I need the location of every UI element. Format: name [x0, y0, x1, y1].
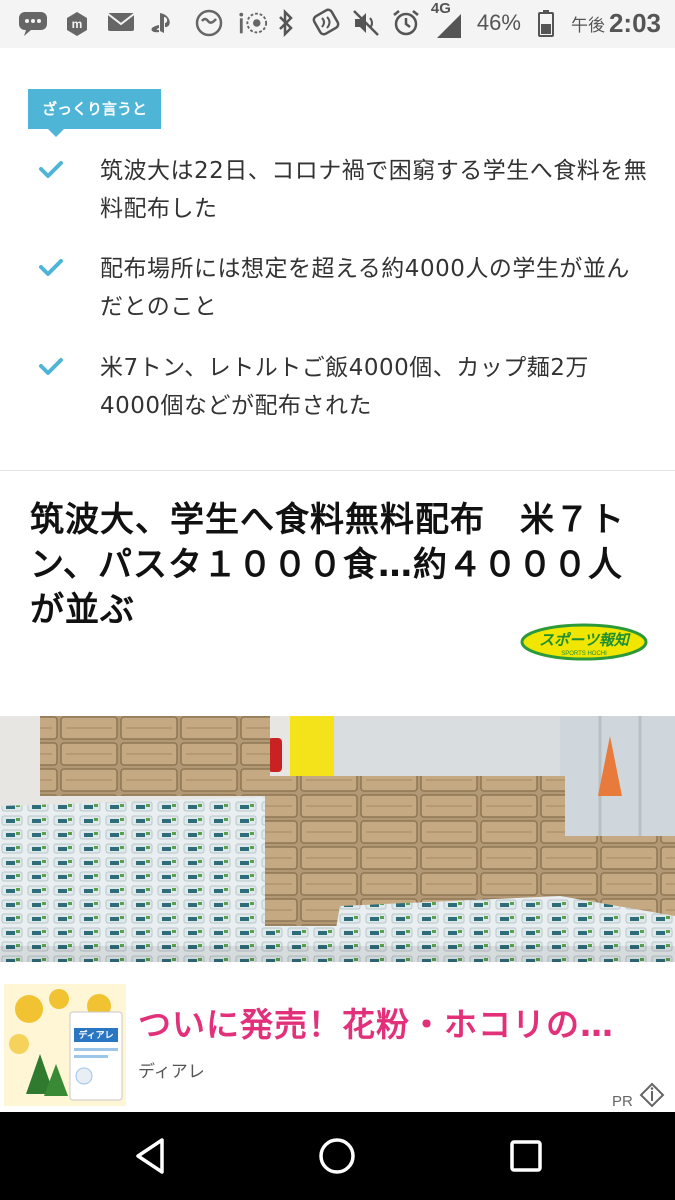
summary-bullet: 配布場所には想定を超える約4000人の学生が並んだとのこと: [38, 250, 648, 326]
checkmark-icon: [38, 250, 100, 326]
bluetooth-icon: [271, 8, 301, 38]
smile-app-icon: [194, 8, 224, 38]
ad-info-icon[interactable]: [639, 1082, 665, 1112]
playstation-icon: [150, 8, 180, 38]
navigation-bar: [0, 1112, 675, 1200]
summary-tag: ざっくり言うと: [28, 89, 162, 137]
summary-bullet-text: 配布場所には想定を超える約4000人の学生が並んだとのこと: [100, 256, 630, 320]
battery-percent: 46%: [476, 10, 521, 35]
recents-icon[interactable]: [504, 1134, 548, 1178]
chat-bubble-icon: [18, 8, 48, 38]
source-logo-subtext: SPORTS HOCHI: [561, 651, 607, 657]
source-logo-text: スポーツ報知: [539, 631, 631, 649]
source-logo[interactable]: スポーツ報知 SPORTS HOCHI: [520, 623, 648, 661]
summary-bullet: 米7トン、レトルトご飯4000個、カップ麺2万4000個などが配布された: [38, 349, 648, 425]
back-icon[interactable]: [128, 1134, 172, 1178]
status-bar: m 4G 46% 午後 2:03: [0, 0, 675, 48]
summary-bullet-text: 筑波大は22日、コロナ禍で困窮する学生へ食料を無料配布した: [100, 158, 648, 222]
vibrate-mute-icon: [351, 8, 381, 38]
ad-title[interactable]: ついに発売！花粉・ホコリの…: [138, 998, 668, 1046]
ad-pr-label: PR: [612, 1093, 633, 1110]
alarm-icon: [391, 8, 421, 38]
summary-bullet: 筑波大は22日、コロナ禍で困窮する学生へ食料を無料配布した: [38, 152, 648, 228]
checkmark-icon: [38, 152, 100, 228]
ad-thumbnail[interactable]: ディアレ: [4, 984, 126, 1106]
au-mail-icon: [106, 8, 136, 38]
ad-unit[interactable]: ディアレ ついに発売！花粉・ホコリの… ディアレ PR: [0, 972, 675, 1112]
mercari-icon: m: [62, 8, 92, 38]
divider: [0, 470, 675, 471]
checkmark-icon: [38, 349, 100, 425]
article-photo[interactable]: [0, 716, 675, 962]
ad-sponsor: ディアレ: [138, 1062, 205, 1082]
summary-bullet-text: 米7トン、レトルトご飯4000個、カップ麺2万4000個などが配布された: [100, 355, 589, 419]
ad-product-label: ディアレ: [78, 1029, 113, 1041]
battery-icon: [531, 8, 561, 38]
home-icon[interactable]: [315, 1134, 359, 1178]
signal-4g-icon: 4G: [431, 0, 467, 40]
instagram-like-icon: [238, 8, 268, 38]
svg-text:m: m: [72, 17, 83, 31]
clock: 2:03: [608, 7, 661, 38]
article-headline[interactable]: 筑波大、学生へ食料無料配布 米７トン、パスタ１０００食…約４０００人が並ぶ: [30, 498, 640, 633]
nfc-icon: [311, 8, 341, 38]
ampm-label: 午後: [570, 15, 605, 36]
